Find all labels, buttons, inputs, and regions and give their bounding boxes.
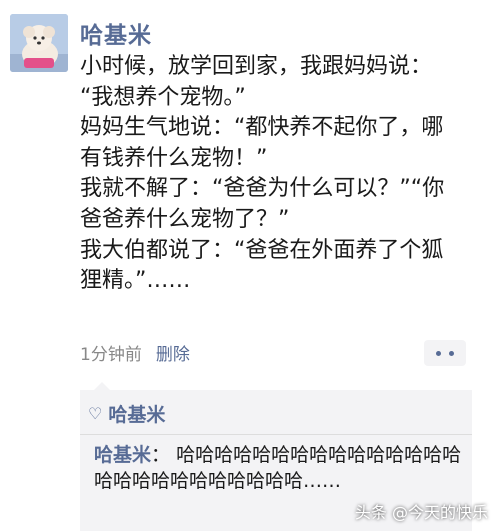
- content-line: 狸精。”……: [80, 268, 191, 294]
- content-line: 我大伯都说了：“爸爸在外面养了个狐: [80, 237, 444, 263]
- heart-outline-icon: ♡: [88, 403, 103, 423]
- content-line: “我想养个宠物。”: [80, 84, 246, 110]
- post-content: 小时候，放学回到家，我跟妈妈说： “我想养个宠物。” 妈妈生气地说：“都快养不起…: [80, 52, 480, 297]
- divider: [80, 434, 472, 435]
- watermark: 头条 @今天的快乐: [354, 503, 488, 522]
- content-line: 我就不解了：“爸爸为什么可以？”“你: [80, 176, 445, 202]
- post-username[interactable]: 哈基米: [80, 16, 152, 50]
- comment-author[interactable]: 哈基米: [94, 444, 151, 466]
- content-line: 有钱养什么宠物！”: [80, 145, 268, 171]
- more-actions-button[interactable]: [424, 340, 466, 366]
- delete-button[interactable]: 删除: [156, 345, 190, 365]
- content-line: 小时候，放学回到家，我跟妈妈说：: [80, 54, 433, 79]
- more-dots-icon: [449, 351, 454, 356]
- post-meta: 1分钟前 删除: [80, 340, 190, 365]
- more-dots-icon: [436, 351, 441, 356]
- content-line: 爸爸养什么宠物了？”: [80, 206, 290, 232]
- avatar-dog-image: [10, 14, 68, 72]
- moments-post: 哈基米 小时候，放学回到家，我跟妈妈说： “我想养个宠物。” 妈妈生气地说：“都…: [0, 0, 500, 531]
- comment-separator: ：: [151, 444, 177, 466]
- comment-item[interactable]: 哈基米： 哈哈哈哈哈哈哈哈哈哈哈哈哈哈哈哈哈哈哈哈哈哈哈哈哈哈……: [94, 442, 466, 494]
- avatar[interactable]: [10, 14, 68, 72]
- post-time: 1分钟前: [80, 345, 142, 365]
- likes-row: ♡ 哈基米: [88, 398, 165, 428]
- content-line: 妈妈生气地说：“都快养不起你了，哪: [80, 115, 444, 141]
- liker-name[interactable]: 哈基米: [108, 400, 165, 427]
